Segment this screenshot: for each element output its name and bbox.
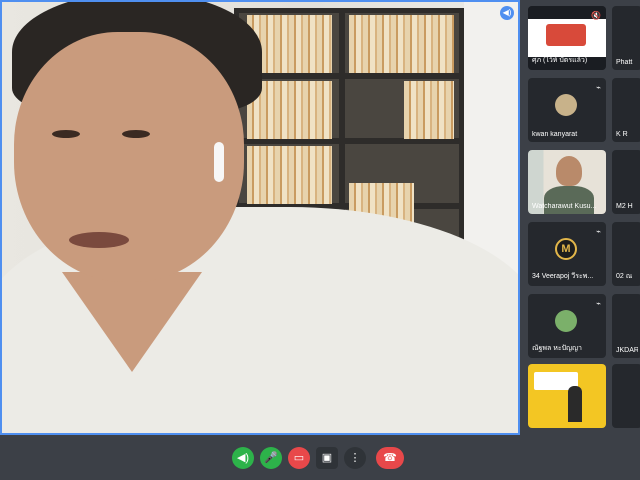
participant-name: K R <box>616 131 628 138</box>
mic-off-icon: ⌁ <box>596 227 601 236</box>
participant-tile[interactable] <box>528 364 606 428</box>
participant-name: Phatt <box>616 59 633 66</box>
participant-tile[interactable]: Watcharawut Kusu... <box>528 150 606 214</box>
call-controls-bar: ◀) 🎤 ▭ ▣ ⋮ ☎ <box>0 437 640 480</box>
participant-tile[interactable]: JKDAR <box>612 294 640 358</box>
participant-tile[interactable]: K R <box>612 78 640 142</box>
screen-share-icon[interactable]: ▣ <box>316 447 338 469</box>
participant-tile[interactable]: ⌁ ณัฐพล หะปัญญา <box>528 294 606 358</box>
speaker-on-icon[interactable]: ◀) <box>500 6 514 20</box>
more-options-icon[interactable]: ⋮ <box>344 447 366 469</box>
volume-icon[interactable]: ◀) <box>232 447 254 469</box>
participant-tile[interactable]: 🔇 ศุภ (ไว้ห์ บัตรแล้ว) <box>528 6 606 70</box>
earbud <box>214 142 224 182</box>
participant-tile[interactable]: 02 ณ <box>612 222 640 286</box>
participant-tile[interactable]: ⌁ kwan kanyarat <box>528 78 606 142</box>
person-face <box>14 32 244 282</box>
participant-name: kwan kanyarat <box>532 131 578 138</box>
end-call-icon[interactable]: ☎ <box>376 447 404 469</box>
participant-name: 02 ณ <box>616 273 633 280</box>
participant-tile[interactable]: M2 H <box>612 150 640 214</box>
participant-tile[interactable]: Phatt <box>612 6 640 70</box>
participant-tile[interactable] <box>612 364 640 428</box>
participant-name: JKDAR <box>616 347 638 354</box>
microphone-icon[interactable]: 🎤 <box>260 447 282 469</box>
participant-tile[interactable]: M ⌁ 34 Veerapoj วีระพ... <box>528 222 606 286</box>
participant-grid: 🔇 ศุภ (ไว้ห์ บัตรแล้ว) Phatt ⌁ kwan kany… <box>528 6 640 430</box>
mic-off-icon: ⌁ <box>596 83 601 92</box>
mic-off-icon: ⌁ <box>596 299 601 308</box>
participant-name: Watcharawut Kusu... <box>532 203 597 210</box>
video-call-window: ◀) 🔇 ศุภ (ไว้ห์ บัตรแล้ว) Phatt ⌁ kwan k… <box>0 0 640 480</box>
mic-off-icon: 🔇 <box>591 11 601 20</box>
avatar-logo: M <box>555 238 577 260</box>
avatar <box>555 310 577 332</box>
participant-name: M2 H <box>616 203 633 210</box>
participant-name: 34 Veerapoj วีระพ... <box>532 273 594 280</box>
participant-name: ณัฐพล หะปัญญา <box>532 345 582 352</box>
main-speaker-video[interactable]: ◀) <box>0 0 520 435</box>
participant-name: ศุภ (ไว้ห์ บัตรแล้ว) <box>532 57 588 64</box>
video-off-icon[interactable]: ▭ <box>288 447 310 469</box>
avatar <box>555 94 577 116</box>
